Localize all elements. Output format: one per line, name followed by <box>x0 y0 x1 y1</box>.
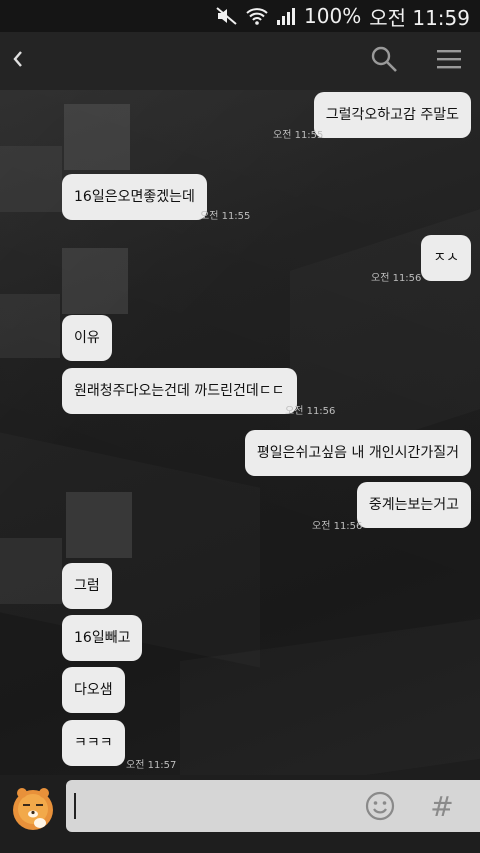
message-timestamp: 오전 11:57 <box>126 760 177 771</box>
message-list[interactable]: 그럴각오하고감 주말도 오전 11:55 16일은오면좋겠는데 오전 11:55… <box>0 90 480 775</box>
back-button[interactable] <box>4 42 32 80</box>
message-composer: # <box>0 775 480 853</box>
chat-header <box>0 32 480 90</box>
message-timestamp: 오전 11:56 <box>285 406 336 417</box>
message-bubble-received[interactable]: 이유 <box>62 315 112 361</box>
wifi-icon <box>246 6 268 26</box>
clock: 오전 11:59 <box>369 5 470 30</box>
mute-icon <box>216 6 238 26</box>
message-bubble-sent[interactable]: ㅈㅅ <box>421 235 471 281</box>
message-bubble-received[interactable]: 16일빼고 <box>62 615 143 661</box>
search-button[interactable] <box>366 44 402 78</box>
message-bubble-received[interactable]: 그럼 <box>62 563 112 609</box>
blurred-avatar <box>66 492 132 558</box>
message-input[interactable]: # <box>66 780 480 832</box>
message-timestamp: 오전 11:55 <box>200 211 251 222</box>
blurred-avatar <box>62 248 128 314</box>
message-bubble-received[interactable]: 원래청주다오는건데 까드린건데ㄷㄷ <box>62 368 297 414</box>
menu-icon <box>437 49 461 73</box>
profile-emoticon-button[interactable] <box>10 785 56 831</box>
blurred-avatar <box>64 104 130 170</box>
message-bubble-sent[interactable]: 평일은쉬고싶음 내 개인시간가질거 <box>244 430 471 476</box>
blurred-avatar <box>0 538 62 604</box>
message-timestamp: 오전 11:55 <box>273 130 324 141</box>
message-bubble-received[interactable]: 다오샘 <box>62 667 125 713</box>
menu-button[interactable] <box>432 44 466 78</box>
emoticon-button[interactable] <box>364 790 396 822</box>
signal-icon <box>276 6 296 26</box>
battery-percent: 100% <box>304 4 362 28</box>
message-bubble-received[interactable]: 16일은오면좋겠는데 <box>62 174 207 220</box>
message-bubble-sent[interactable]: 그럴각오하고감 주말도 <box>313 92 471 138</box>
message-bubble-sent[interactable]: 중계는보는거고 <box>356 482 471 528</box>
emoji-icon <box>365 791 395 821</box>
message-bubble-received[interactable]: ㅋㅋㅋ <box>62 720 125 766</box>
lion-character-icon <box>13 788 53 830</box>
back-icon <box>12 49 24 73</box>
blurred-avatar <box>0 146 62 212</box>
blurred-avatar <box>0 294 60 358</box>
hash-button[interactable]: # <box>426 789 458 823</box>
status-bar: 100% 오전 11:59 <box>0 0 480 32</box>
message-timestamp: 오전 11:56 <box>312 521 363 532</box>
hash-icon: # <box>430 789 454 823</box>
text-caret <box>74 793 76 819</box>
search-icon <box>370 45 398 77</box>
message-timestamp: 오전 11:56 <box>371 273 422 284</box>
